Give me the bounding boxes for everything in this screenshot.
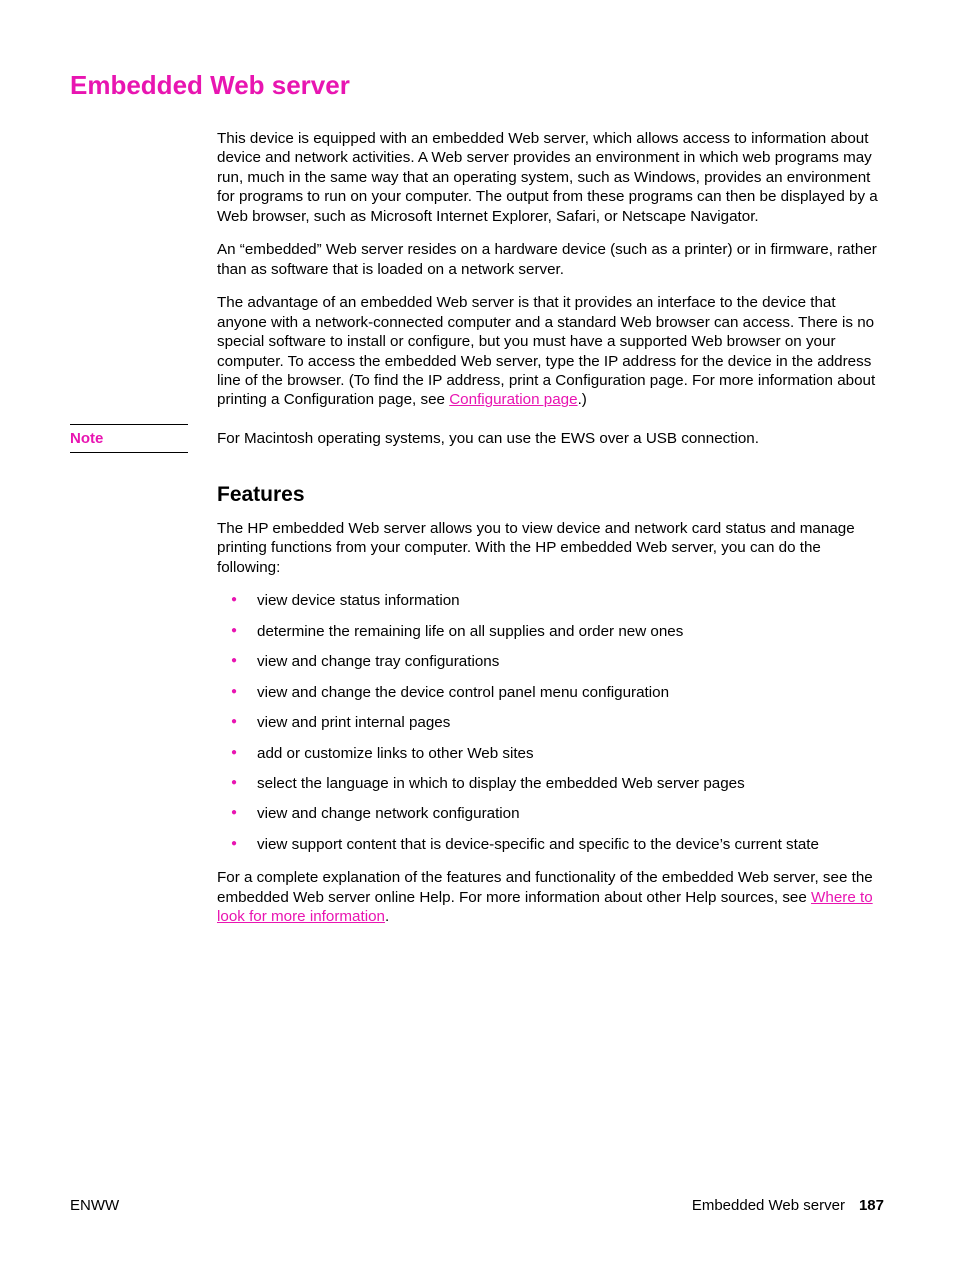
features-heading: Features: [217, 483, 884, 507]
text: .): [578, 391, 587, 408]
list-item: view and change the device control panel…: [217, 683, 884, 702]
note-block: Note For Macintosh operating systems, yo…: [70, 424, 884, 453]
paragraph: The HP embedded Web server allows you to…: [217, 519, 884, 577]
list-item: view and change tray configurations: [217, 652, 884, 671]
note-body: For Macintosh operating systems, you can…: [217, 424, 884, 453]
list-item: view and print internal pages: [217, 713, 884, 732]
page-footer: ENWW Embedded Web server 187: [70, 1197, 884, 1214]
footer-section: Embedded Web server: [692, 1197, 845, 1214]
features-section: Features The HP embedded Web server allo…: [217, 483, 884, 927]
list-item: add or customize links to other Web site…: [217, 744, 884, 763]
document-page: Embedded Web server This device is equip…: [0, 0, 954, 1270]
list-item: determine the remaining life on all supp…: [217, 622, 884, 641]
footer-right: Embedded Web server 187: [692, 1197, 884, 1214]
configuration-page-link[interactable]: Configuration page: [449, 391, 577, 408]
features-list: view device status information determine…: [217, 591, 884, 854]
paragraph: For a complete explanation of the featur…: [217, 868, 884, 926]
note-label: Note: [70, 424, 188, 453]
paragraph: This device is equipped with an embedded…: [217, 129, 884, 226]
list-item: view support content that is device-spec…: [217, 835, 884, 854]
footer-left: ENWW: [70, 1197, 119, 1214]
paragraph: The advantage of an embedded Web server …: [217, 293, 884, 410]
body-content: This device is equipped with an embedded…: [217, 129, 884, 410]
page-title: Embedded Web server: [70, 70, 884, 101]
text: .: [385, 908, 389, 925]
page-number: 187: [859, 1197, 884, 1214]
list-item: select the language in which to display …: [217, 774, 884, 793]
note-label-col: Note: [70, 424, 217, 453]
list-item: view device status information: [217, 591, 884, 610]
paragraph: An “embedded” Web server resides on a ha…: [217, 240, 884, 279]
text: For a complete explanation of the featur…: [217, 869, 873, 905]
list-item: view and change network configuration: [217, 804, 884, 823]
